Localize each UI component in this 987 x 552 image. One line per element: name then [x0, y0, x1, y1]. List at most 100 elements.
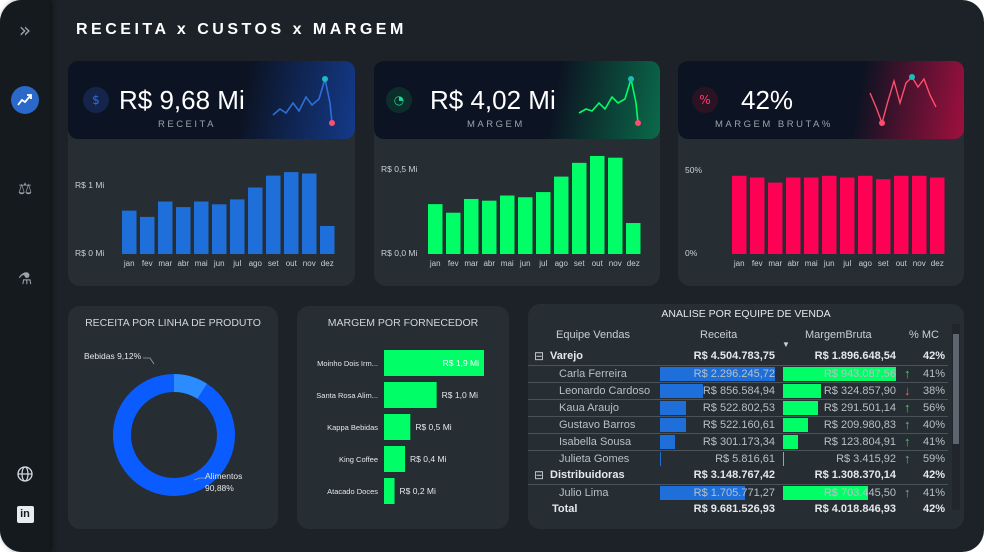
value-label: R$ 0,5 Mi: [415, 422, 451, 432]
expand-icon[interactable]: »: [11, 16, 39, 44]
col-receita-header[interactable]: Receita: [700, 327, 737, 343]
y-tick-label: R$ 0 Mi: [75, 248, 104, 258]
bar-abr: [176, 207, 191, 254]
leader-line: [143, 357, 155, 365]
chart-icon[interactable]: [11, 86, 39, 114]
bar-out: [284, 172, 299, 254]
pie-icon: ◔: [386, 87, 412, 113]
receita-value: R$ 856.584,94: [702, 385, 775, 397]
margem-value: R$ 3.415,92: [836, 453, 896, 465]
slice-bebidas: [173, 374, 208, 400]
scale-icon[interactable]: ⚖: [11, 174, 39, 202]
value-label: R$ 1,0 Mi: [442, 390, 478, 400]
scrollbar-thumb[interactable]: [953, 334, 959, 444]
collapse-icon[interactable]: ⊟: [534, 467, 544, 483]
equipe-name: Varejo: [550, 350, 584, 362]
table-group-row[interactable]: ⊟ Varejo R$ 4.504.783,75 R$ 1.896.648,54 42%: [528, 348, 948, 364]
margem-value: R$ 209.980,83: [823, 419, 896, 431]
col-mc-header[interactable]: % MC: [909, 327, 939, 343]
x-tick-label: nov: [303, 259, 316, 268]
x-tick-label: dez: [931, 259, 944, 268]
flask-icon[interactable]: ⚗: [11, 264, 39, 292]
collapse-icon[interactable]: ⊟: [534, 348, 544, 364]
slice-label-bebidas: Bebidas 9,12%: [84, 351, 142, 361]
bar-1: [384, 382, 437, 408]
bar-mar: [768, 182, 783, 254]
equipe-name: Gustavo Barros: [559, 419, 636, 431]
x-tick-label: ago: [859, 259, 873, 268]
bar-mai: [804, 177, 819, 254]
margem-value: R$ 123.804,91: [823, 436, 896, 448]
table-total-row[interactable]: Total R$ 9.681.526,93 R$ 4.018.846,93 42%: [528, 501, 948, 517]
receita-value: R$ 301.173,34: [702, 436, 775, 448]
bar-jul: [840, 177, 855, 254]
bar-4: [384, 478, 395, 504]
sidebar: » ⚖ ⚗ in: [0, 0, 50, 552]
bar-set: [266, 175, 281, 254]
x-tick-label: jun: [213, 259, 225, 268]
bar-jan: [732, 175, 747, 254]
produto-title: RECEITA POR LINHA DE PRODUTO: [85, 317, 261, 329]
table-row[interactable]: ↑ Isabella Sousa R$ 301.173,34 R$ 123.804,9…: [528, 433, 948, 449]
bar-mar: [464, 198, 479, 254]
mc-value: 41%: [922, 368, 945, 380]
fornecedor-title: MARGEM POR FORNECEDOR: [327, 317, 479, 329]
equipe-name: Julieta Gomes: [559, 453, 630, 465]
margem-kpi: ◔ R$ 4,02 Mi MARGEM: [374, 61, 660, 139]
table-row[interactable]: ↑ Kaua Araujo R$ 522.802,53 R$ 291.501,14 56…: [528, 399, 948, 415]
margem-value: R$ 291.501,14: [823, 402, 896, 414]
bar-ago: [554, 176, 569, 254]
bar-out: [894, 175, 909, 254]
bar-nov: [302, 173, 317, 254]
table-row[interactable]: ↓ Leonardo Cardoso R$ 856.584,94 R$ 324.857…: [528, 382, 948, 398]
y-tick-label: 50%: [685, 165, 702, 175]
x-tick-label: fev: [752, 259, 763, 268]
col-margem-header[interactable]: MargemBruta: [805, 327, 872, 343]
receita-value: R$ 9,68 Mi: [119, 85, 245, 115]
bar-dez: [930, 177, 945, 254]
x-tick-label: fev: [142, 259, 153, 268]
globe-icon[interactable]: [11, 460, 39, 488]
x-tick-label: jan: [733, 259, 745, 268]
x-tick-label: jan: [429, 259, 441, 268]
table-row[interactable]: ↑ Gustavo Barros R$ 522.160,61 R$ 209.980,8…: [528, 416, 948, 432]
mc-value: 38%: [922, 385, 945, 397]
mc-value: 56%: [922, 402, 945, 414]
produto-donut-chart: Bebidas 9,12% Alimentos 90,88%: [84, 351, 242, 496]
margem-bruta-sparkline: [869, 74, 937, 126]
table-row[interactable]: ↑ Julieta Gomes R$ 5.816,61 R$ 3.415,92 59%: [528, 450, 948, 466]
margem-value: R$ 703.445,50: [823, 487, 896, 499]
x-tick-label: jun: [519, 259, 531, 268]
fornecedor-bar-chart: Moinho Dois Irm... R$ 1,9 Mi Santa Rosa Al…: [316, 350, 484, 504]
x-tick-label: abr: [483, 259, 495, 268]
table-scrollbar[interactable]: [952, 324, 960, 510]
x-tick-label: ago: [249, 259, 263, 268]
bar-jul: [230, 199, 245, 254]
bar-jun: [212, 204, 227, 254]
bar-jan: [428, 204, 443, 254]
bar-mar: [158, 201, 173, 254]
equipe-name: Isabella Sousa: [559, 436, 632, 448]
col-equipe-header[interactable]: Equipe Vendas: [556, 327, 630, 343]
bar-fev: [446, 212, 461, 254]
x-tick-label: jul: [538, 259, 547, 268]
x-tick-label: mar: [768, 259, 782, 268]
receita-sparkline: [272, 76, 335, 126]
bar-abr: [482, 200, 497, 254]
y-tick-label: R$ 0,5 Mi: [381, 164, 417, 174]
table-group-row[interactable]: ⊟ Distribuidoras R$ 3.148.767,42 R$ 1.308.3…: [528, 467, 948, 483]
value-label: R$ 0,2 Mi: [400, 486, 436, 496]
table-row[interactable]: ↑ Carla Ferreira R$ 2.296.245,72 R$ 943.087…: [528, 365, 948, 381]
x-tick-label: abr: [177, 259, 189, 268]
linkedin-icon[interactable]: in: [11, 500, 39, 528]
bar-mai: [194, 201, 209, 254]
produto-card: RECEITA POR LINHA DE PRODUTO Bebidas 9,1…: [68, 306, 278, 529]
page-title: RECEITA x CUSTOS x MARGEM: [76, 21, 407, 38]
x-tick-label: abr: [787, 259, 799, 268]
receita-value: R$ 522.802,53: [702, 402, 775, 414]
x-tick-label: set: [878, 259, 889, 268]
slice-label-alimentos: Alimentos: [205, 471, 242, 481]
x-tick-label: mai: [195, 259, 208, 268]
table-row[interactable]: ↑ Julio Lima R$ 1.705.771,27 R$ 703.445,50 4…: [528, 484, 948, 500]
x-tick-label: jan: [123, 259, 135, 268]
